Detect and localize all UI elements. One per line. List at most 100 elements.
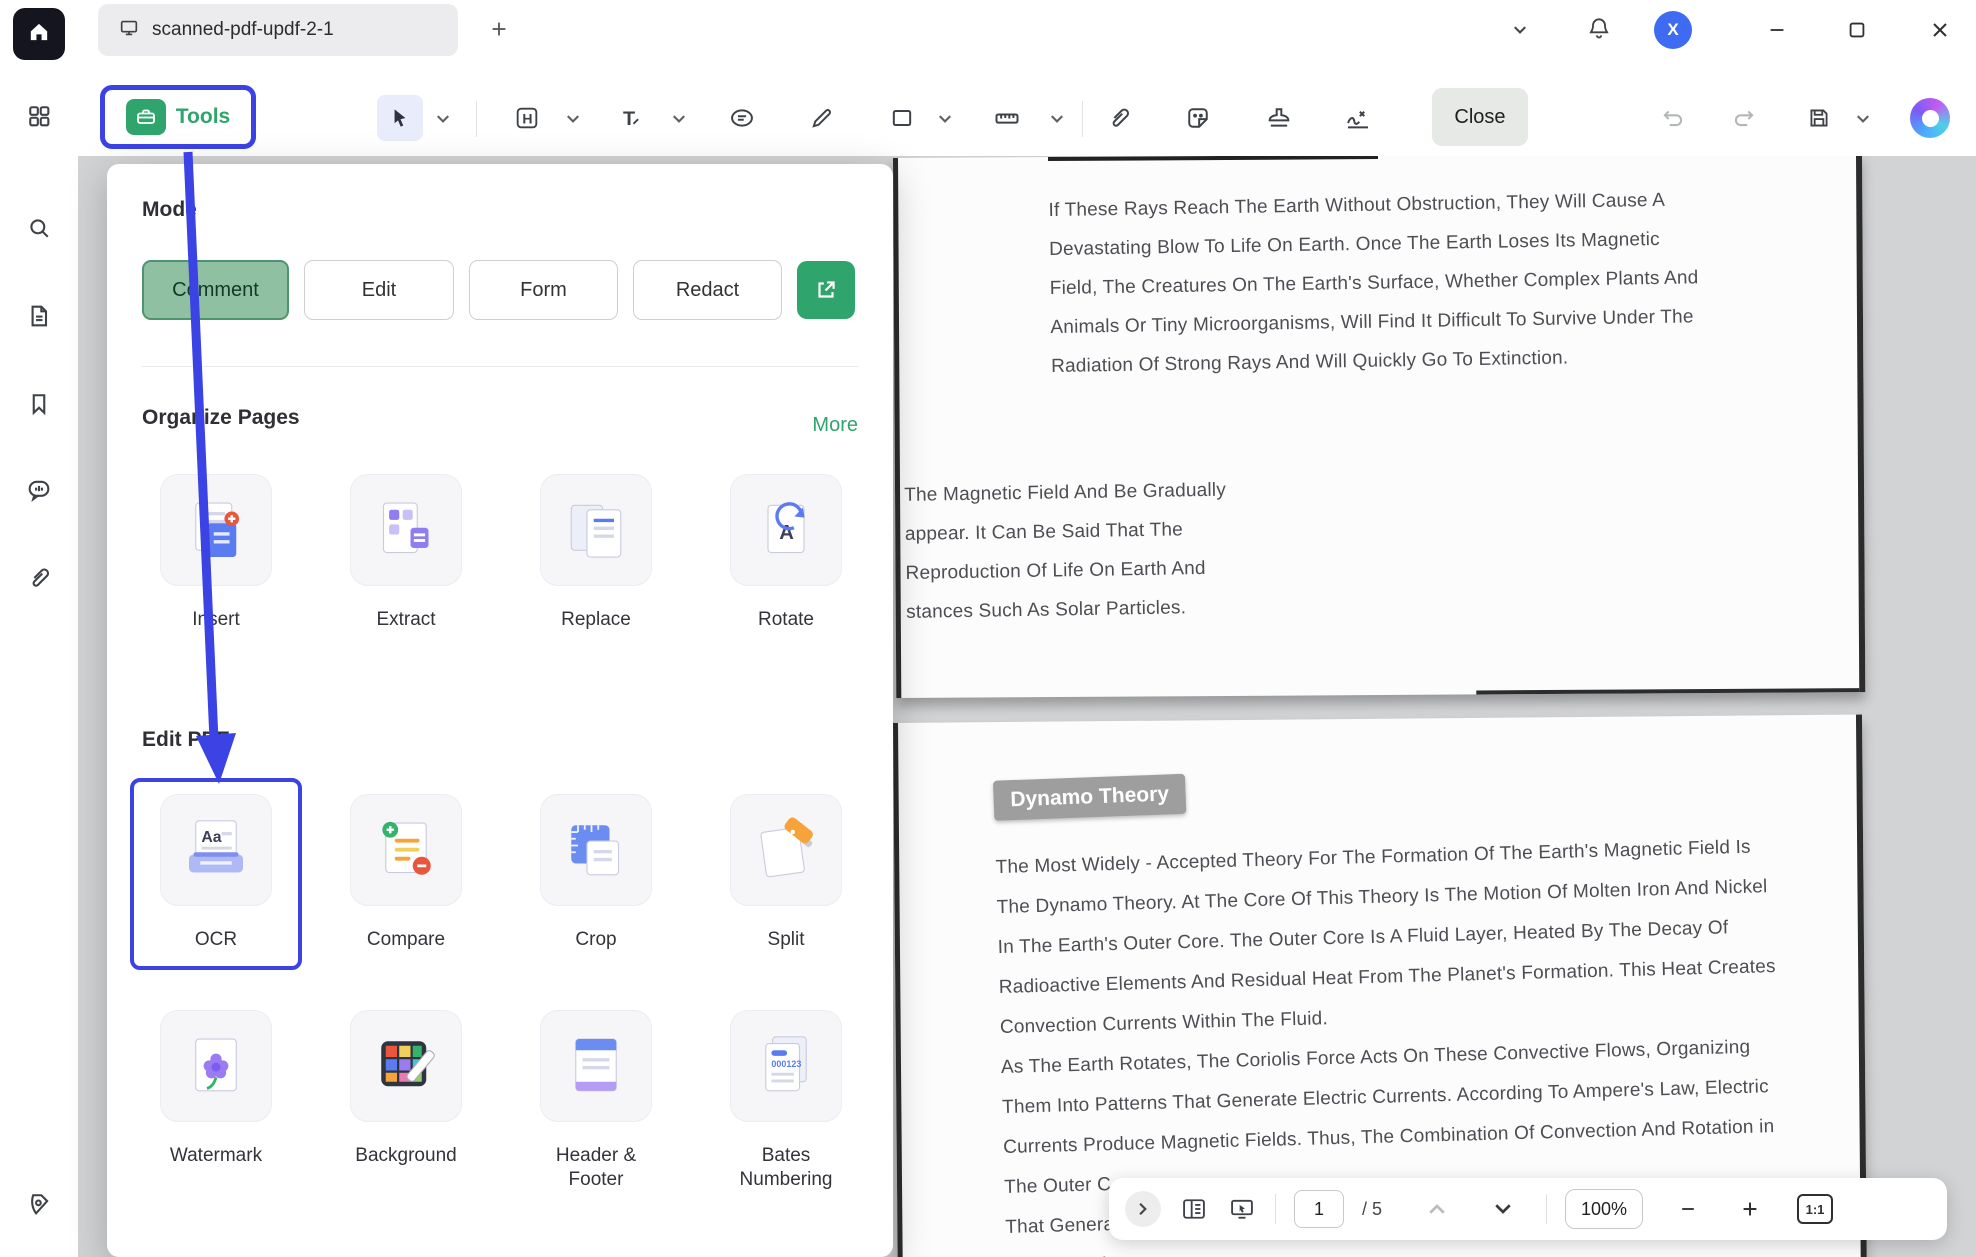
pages-button[interactable]: [13, 292, 65, 344]
save-dropdown[interactable]: [1856, 112, 1872, 126]
panel-divider: [142, 366, 858, 367]
chevron-down-icon: [938, 114, 952, 124]
ruler-icon: [993, 104, 1021, 132]
tile-crop[interactable]: Crop: [516, 794, 676, 952]
rotate-icon: A: [730, 474, 842, 586]
new-tab-button[interactable]: [482, 14, 516, 48]
close-window-button[interactable]: [1928, 0, 1952, 60]
shape-tool-dropdown[interactable]: [938, 112, 954, 126]
document-tab[interactable]: scanned-pdf-updf-2-1: [98, 4, 458, 56]
attach-file-button[interactable]: [1096, 95, 1142, 141]
expand-toolbar-button[interactable]: [1125, 1191, 1161, 1227]
note-bubble-icon: [728, 104, 756, 132]
tools-button[interactable]: Tools: [100, 85, 256, 149]
extract-icon: [350, 474, 462, 586]
highlight-tool-button[interactable]: H: [504, 95, 550, 141]
split-icon: [730, 794, 842, 906]
zoom-out-button[interactable]: [1673, 1194, 1703, 1224]
external-link-icon: [813, 277, 839, 303]
close-tools-button[interactable]: Close: [1432, 88, 1528, 146]
bookmarks-button[interactable]: [13, 380, 65, 432]
svg-text:000123: 000123: [771, 1059, 801, 1069]
main-toolbar: Tools H T: [78, 60, 1976, 156]
tile-label: Background: [355, 1144, 456, 1168]
chevron-right-icon: [1137, 1202, 1149, 1216]
edit-tile-grid-row1: Aa OCR Compare Crop Split: [121, 794, 881, 952]
redo-button[interactable]: [1721, 95, 1767, 141]
save-button[interactable]: [1796, 95, 1842, 141]
presentation-button[interactable]: [1227, 1194, 1257, 1224]
redo-icon: [1731, 105, 1757, 131]
page-controls-toolbar: 1 / 5 100% 1:1: [1109, 1178, 1947, 1240]
tile-bates-numbering[interactable]: 000123 Bates Numbering: [706, 1010, 866, 1192]
minus-icon: [1678, 1199, 1698, 1219]
external-link-button[interactable]: [797, 261, 855, 319]
toolbar-divider: [1546, 1194, 1547, 1224]
note-tool-button[interactable]: [719, 95, 765, 141]
svg-text:H: H: [522, 111, 532, 127]
previous-page-button[interactable]: [1422, 1194, 1452, 1224]
toolbox-icon: [126, 99, 166, 135]
undo-button[interactable]: [1650, 95, 1696, 141]
measure-tool-button[interactable]: [984, 95, 1030, 141]
tile-replace[interactable]: Replace: [516, 474, 676, 632]
tile-watermark[interactable]: Watermark: [136, 1010, 296, 1192]
tile-background[interactable]: Background: [326, 1010, 486, 1192]
highlight-tool-dropdown[interactable]: [566, 112, 582, 126]
tile-rotate[interactable]: A Rotate: [706, 474, 866, 632]
select-tool-dropdown[interactable]: [436, 112, 452, 126]
maximize-button[interactable]: [1846, 0, 1868, 60]
mode-edit-button[interactable]: Edit: [304, 260, 454, 320]
actual-size-button[interactable]: 1:1: [1797, 1194, 1833, 1224]
attachments-button[interactable]: [13, 554, 65, 606]
chevron-down-icon: [566, 114, 580, 124]
comments-button[interactable]: [13, 466, 65, 518]
home-button[interactable]: [13, 8, 65, 60]
scan-artifact: [1476, 688, 1859, 694]
zoom-in-button[interactable]: [1735, 1194, 1765, 1224]
search-button[interactable]: [13, 204, 65, 256]
mode-form-button[interactable]: Form: [469, 260, 618, 320]
tile-insert[interactable]: Insert: [136, 474, 296, 632]
chevron-down-icon: [672, 114, 686, 124]
brand-pen-button[interactable]: [13, 1180, 65, 1232]
ocr-icon: Aa: [160, 794, 272, 906]
tile-split[interactable]: Split: [706, 794, 866, 952]
sticker-tool-button[interactable]: [1175, 95, 1221, 141]
tile-header-footer[interactable]: Header & Footer: [516, 1010, 676, 1192]
notifications-button[interactable]: [1586, 0, 1612, 60]
tile-label: Bates Numbering: [725, 1144, 847, 1192]
thumbnail-panel-button[interactable]: [1179, 1194, 1209, 1224]
window-menu-button[interactable]: [1513, 0, 1527, 60]
stamp-tool-button[interactable]: [1256, 95, 1302, 141]
sticker-icon: [1184, 104, 1212, 132]
more-link[interactable]: More: [812, 414, 858, 437]
measure-tool-dropdown[interactable]: [1050, 112, 1066, 126]
heading-icon: H: [513, 104, 541, 132]
account-button[interactable]: X: [1654, 0, 1692, 60]
svg-text:Aa: Aa: [201, 829, 221, 846]
tile-label: Rotate: [758, 608, 814, 632]
ai-assistant-button[interactable]: [1910, 98, 1950, 138]
tile-label: Replace: [561, 608, 631, 632]
dashboard-button[interactable]: [13, 92, 65, 144]
text-tool-dropdown[interactable]: [672, 112, 688, 126]
zoom-level-button[interactable]: 100%: [1565, 1189, 1643, 1229]
select-tool-button[interactable]: [377, 95, 423, 141]
signature-tool-button[interactable]: [1335, 95, 1381, 141]
paperclip-icon: [1105, 104, 1133, 132]
maximize-icon: [1846, 19, 1868, 41]
next-page-button[interactable]: [1488, 1194, 1518, 1224]
mode-comment-button[interactable]: Comment: [142, 260, 289, 320]
tile-compare[interactable]: Compare: [326, 794, 486, 952]
bates-numbering-icon: 000123: [730, 1010, 842, 1122]
shape-tool-button[interactable]: [879, 95, 925, 141]
minimize-button[interactable]: [1766, 0, 1788, 60]
tile-ocr[interactable]: Aa OCR: [136, 794, 296, 952]
pencil-tool-button[interactable]: [799, 95, 845, 141]
mode-redact-button[interactable]: Redact: [633, 260, 782, 320]
tile-extract[interactable]: Extract: [326, 474, 486, 632]
text-tool-button[interactable]: T: [607, 95, 653, 141]
page-number-input[interactable]: 1: [1294, 1190, 1344, 1228]
rectangle-icon: [888, 104, 916, 132]
